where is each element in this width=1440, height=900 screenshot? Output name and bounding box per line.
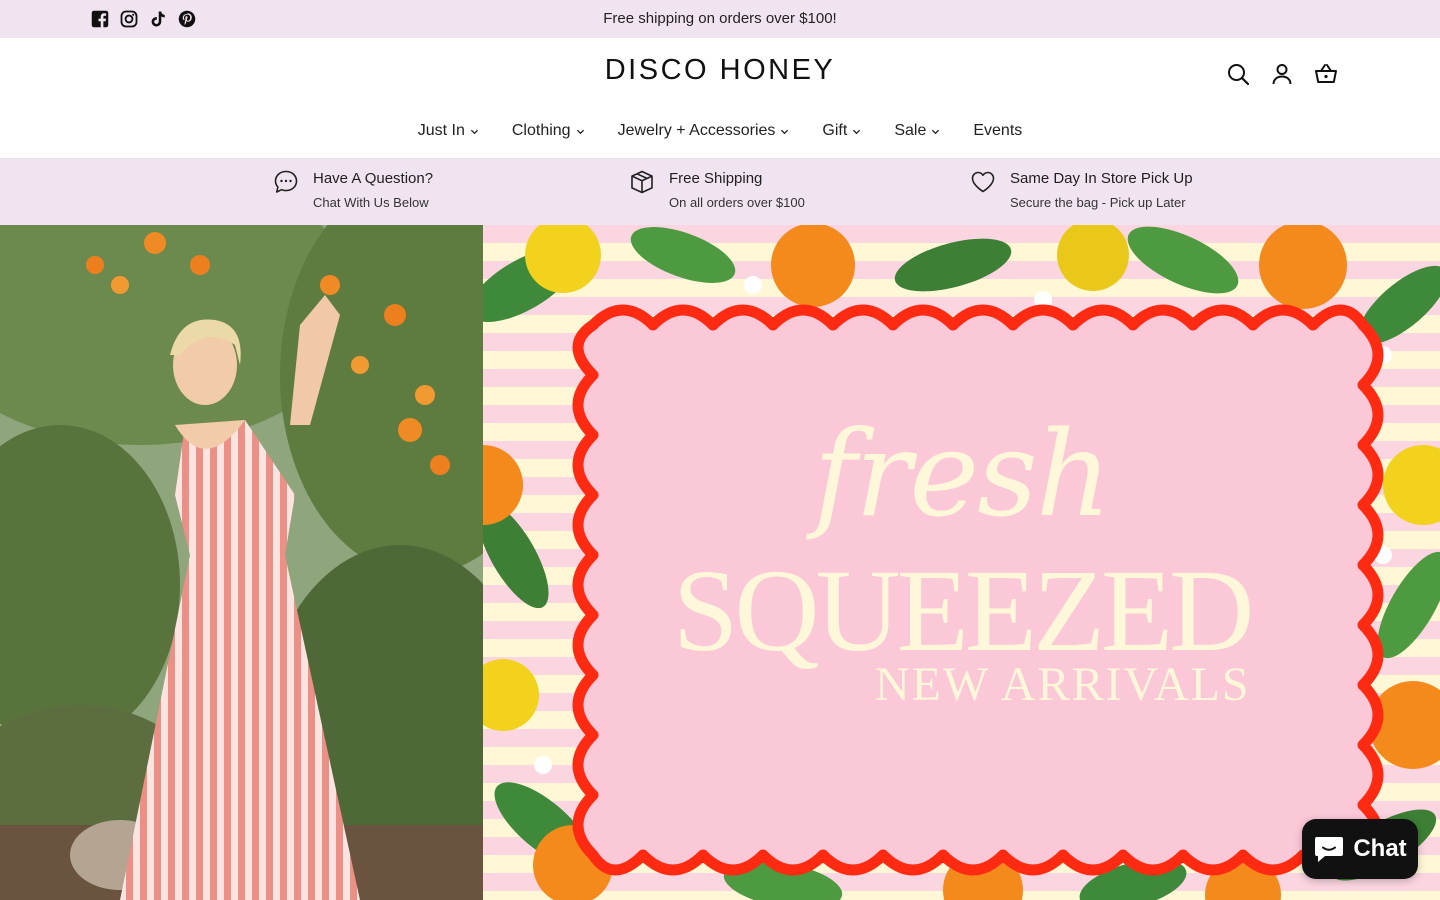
- feature-subtitle: On all orders over $100: [669, 195, 805, 210]
- announcement-bar: Free shipping on orders over $100!: [0, 0, 1440, 38]
- nav-events[interactable]: Events: [973, 122, 1022, 140]
- feature-title: Free Shipping: [669, 170, 763, 187]
- chevron-down-icon: [932, 129, 940, 134]
- nav-label: Sale: [894, 122, 927, 139]
- chat-icon: [1315, 837, 1344, 862]
- feature-subtitle: Secure the bag - Pick up Later: [1010, 195, 1186, 210]
- feature-text: Free Shipping On all orders over $100: [669, 169, 805, 210]
- nav-label: Gift: [822, 122, 848, 139]
- account-icon[interactable]: [1270, 62, 1294, 86]
- features-strip: Have A Question? Chat With Us Below Free…: [0, 159, 1440, 225]
- nav-label: Events: [973, 122, 1023, 139]
- chat-bubble-icon: [274, 170, 298, 193]
- nav-label: Jewelry + Accessories: [617, 122, 776, 139]
- chevron-down-icon: [853, 129, 861, 134]
- chevron-down-icon: [781, 129, 789, 134]
- nav-clothing[interactable]: Clothing: [512, 122, 585, 140]
- cart-icon[interactable]: [1314, 62, 1338, 86]
- feature-subtitle: Chat With Us Below: [313, 195, 429, 210]
- nav-sale[interactable]: Sale: [894, 122, 940, 140]
- nav-just-in[interactable]: Just In: [418, 122, 479, 140]
- heart-icon: [971, 171, 995, 193]
- chevron-down-icon: [576, 129, 584, 134]
- chevron-down-icon: [470, 129, 478, 134]
- model-illustration: [0, 225, 483, 900]
- store-logo[interactable]: DISCO HONEY: [0, 54, 1440, 87]
- hero-banner[interactable]: fresh SQUEEZED NEW ARRIVALS Chat: [0, 225, 1440, 900]
- box-icon: [631, 170, 653, 194]
- feature-question[interactable]: Have A Question? Chat With Us Below: [273, 169, 433, 210]
- header-icons: [1226, 62, 1338, 86]
- hero-script-text: fresh: [813, 405, 1111, 543]
- feature-shipping[interactable]: Free Shipping On all orders over $100: [629, 169, 805, 210]
- feature-title: Have A Question?: [313, 170, 434, 187]
- site-header: DISCO HONEY Just In Clothing Jewelry + A…: [0, 38, 1440, 159]
- chat-label: Chat: [1353, 835, 1407, 862]
- nav-label: Just In: [417, 122, 465, 139]
- nav-gift[interactable]: Gift: [822, 122, 861, 140]
- hero-subheadline: NEW ARRIVALS: [875, 658, 1251, 711]
- announcement-text: Free shipping on orders over $100!: [603, 10, 837, 27]
- hero-graphic: fresh SQUEEZED NEW ARRIVALS: [483, 225, 1440, 900]
- feature-pickup[interactable]: Same Day In Store Pick Up Secure the bag…: [970, 169, 1193, 210]
- nav-label: Clothing: [511, 122, 571, 139]
- feature-text: Have A Question? Chat With Us Below: [313, 169, 433, 210]
- feature-title: Same Day In Store Pick Up: [1010, 170, 1193, 187]
- main-nav: Just In Clothing Jewelry + Accessories G…: [0, 122, 1440, 140]
- search-icon[interactable]: [1226, 62, 1250, 86]
- chat-button[interactable]: Chat: [1302, 819, 1418, 879]
- feature-text: Same Day In Store Pick Up Secure the bag…: [1010, 169, 1193, 210]
- hero-model-photo: [0, 225, 483, 900]
- nav-jewelry-accessories[interactable]: Jewelry + Accessories: [618, 122, 790, 140]
